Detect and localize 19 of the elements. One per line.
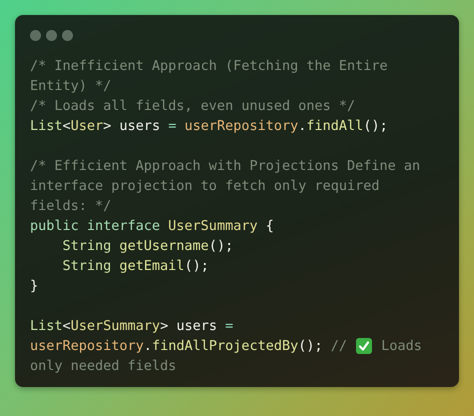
window-dot-icon: [62, 30, 73, 41]
window-dot-icon: [30, 30, 41, 41]
code-text: fields: */: [30, 197, 112, 216]
code-text: List<User> users = userRepository.findAll();: [30, 117, 388, 136]
code-text: String getUsername();: [62, 237, 234, 256]
code-text: /* Inefficient Approach (Fetching the Entire: [30, 57, 388, 76]
window-dot-icon: [46, 30, 57, 41]
code-text: interface projection to fetch only required: [30, 177, 380, 196]
code-text: /* Efficient Approach with Projections Define an: [30, 157, 420, 176]
code-text: userRepository.findAllProjectedBy(); //: [30, 337, 348, 356]
code-text: }: [30, 277, 38, 296]
code-text: String getEmail();: [62, 257, 209, 276]
code-text: Entity) */: [30, 77, 112, 96]
code-text: only needed fields: [30, 357, 176, 376]
code-text: List<UserSummary> users =: [30, 317, 234, 336]
code-text: /* Loads all fields, even unused ones */: [30, 97, 356, 116]
check-icon: [356, 338, 372, 354]
code-text: public interface UserSummary {: [30, 217, 274, 236]
code-text: Loads: [380, 337, 422, 356]
